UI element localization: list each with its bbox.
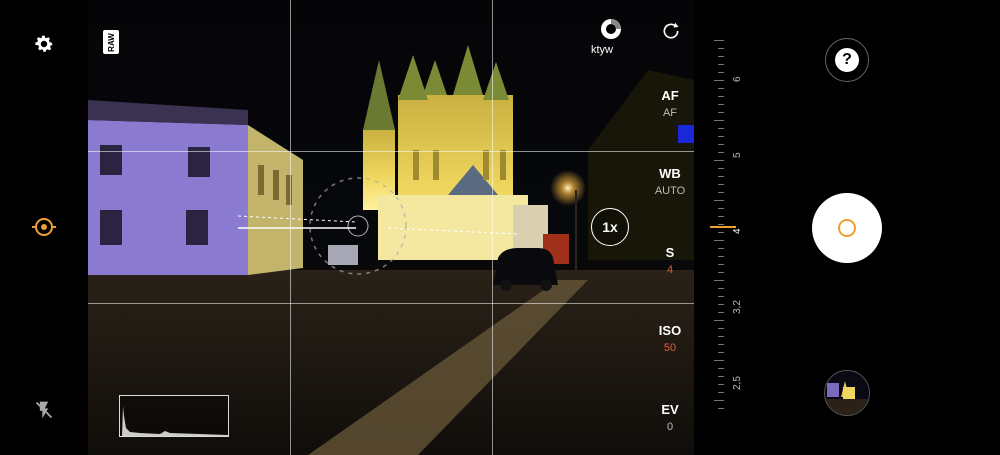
zoom-button[interactable]: 1x (591, 208, 629, 246)
help-icon: ? (835, 48, 859, 72)
dial-tick (714, 160, 724, 161)
shutter-icon (838, 219, 856, 237)
gallery-thumbnail[interactable] (824, 370, 870, 416)
camera-screen: RAW ktyw AF AF WB AUTO S 4 ISO 50 EV 0 1… (0, 0, 1000, 455)
setting-value: 50 (663, 342, 677, 354)
grid-line-vertical (492, 0, 493, 455)
dial-tick (718, 224, 724, 225)
dial-tick (718, 232, 724, 233)
dial-tick (718, 176, 724, 177)
dial-tick (714, 320, 724, 321)
dial-tick (718, 112, 724, 113)
dial-tick (718, 64, 724, 65)
dial-tick (718, 56, 724, 57)
dial-tick (718, 248, 724, 249)
setting-value: AF (662, 107, 678, 119)
setting-name: S (665, 245, 675, 260)
dial-tick (718, 288, 724, 289)
dial-tick (718, 208, 724, 209)
setting-value: 4 (666, 264, 674, 276)
dial-label-selected: 4 (732, 228, 743, 234)
right-panel: ? (754, 0, 1000, 455)
grid-line-horizontal (88, 151, 694, 152)
dial-tick (718, 104, 724, 105)
setting-value: 0 (666, 421, 674, 433)
dial-tick (718, 48, 724, 49)
dial-tick (714, 120, 724, 121)
dial-tick (718, 264, 724, 265)
histogram (119, 395, 229, 437)
dial-tick (718, 376, 724, 377)
dial-tick (718, 336, 724, 337)
dial-tick (714, 80, 724, 81)
dial-tick (718, 168, 724, 169)
dial-label: 2,5 (732, 376, 743, 390)
dial-tick (718, 312, 724, 313)
dial-tick (718, 344, 724, 345)
dial-tick (718, 272, 724, 273)
dial-label: 3,2 (732, 300, 743, 314)
raw-badge-label: RAW (106, 32, 116, 52)
setting-name: WB (659, 166, 681, 181)
metering-icon[interactable] (32, 215, 56, 239)
dial-tick (718, 72, 724, 73)
dial-tick (714, 400, 724, 401)
setting-name: AF (661, 88, 679, 103)
gear-icon[interactable] (33, 33, 55, 55)
shutter-button[interactable] (812, 193, 882, 263)
dial-tick (718, 184, 724, 185)
dial-tick (718, 296, 724, 297)
dial-tick (718, 384, 724, 385)
setting-value: AUTO (654, 185, 686, 197)
dial-tick (718, 128, 724, 129)
rotate-icon[interactable] (660, 20, 682, 42)
dial-tick (718, 352, 724, 353)
dial-tick (718, 328, 724, 329)
dial-tick (718, 256, 724, 257)
dial-label: 5 (732, 152, 743, 158)
setting-name: ISO (658, 323, 682, 338)
mode-label[interactable]: ktyw (591, 44, 613, 56)
raw-badge[interactable]: RAW (103, 30, 119, 54)
help-label: ? (842, 51, 852, 68)
dial-tick (718, 152, 724, 153)
dial-tick (714, 280, 724, 281)
dial-tick (718, 216, 724, 217)
dial-tick (718, 392, 724, 393)
dial-marker (710, 226, 736, 228)
dial-label: 6 (732, 76, 743, 82)
color-chip (678, 125, 694, 143)
flash-off-icon[interactable] (34, 400, 54, 420)
dial-tick (714, 360, 724, 361)
zoom-label: 1x (602, 219, 618, 235)
dial-tick (714, 40, 724, 41)
grid-line-vertical (290, 0, 291, 455)
shutter-dial[interactable]: 6 5 4 3,2 2,5 (694, 0, 754, 455)
grid-line-horizontal (88, 303, 694, 304)
lens-mode-icon[interactable] (598, 16, 624, 42)
dial-tick (718, 96, 724, 97)
dial-tick (714, 200, 724, 201)
dial-tick (714, 240, 724, 241)
dial-tick (718, 304, 724, 305)
setting-name: EV (661, 402, 679, 417)
dial-tick (718, 88, 724, 89)
dial-tick (718, 136, 724, 137)
left-toolbar (0, 0, 88, 455)
dial-tick (718, 408, 724, 409)
viewfinder[interactable]: RAW ktyw AF AF WB AUTO S 4 ISO 50 EV 0 1… (88, 0, 694, 455)
dial-tick (718, 368, 724, 369)
help-button[interactable]: ? (825, 38, 869, 82)
dial-tick (718, 144, 724, 145)
dial-tick (718, 192, 724, 193)
